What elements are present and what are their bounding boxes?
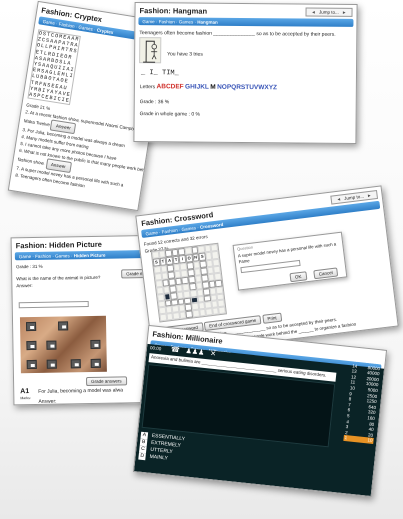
tile-icon[interactable]	[70, 359, 81, 369]
tile-icon[interactable]	[58, 321, 69, 331]
prev-arrow-icon[interactable]: ◄	[311, 10, 316, 15]
hangman-window: Fashion: Hangman ◄ Jump to... ► Game · F…	[133, 2, 358, 144]
tile-icon[interactable]	[26, 359, 37, 370]
hangman-grade: Grade : 36 %	[139, 99, 170, 106]
marks-label: Marks:	[20, 396, 31, 401]
tile-icon[interactable]	[46, 340, 57, 350]
jump-to-select[interactable]: ◄ Jump to... ►	[305, 7, 353, 17]
gallows-icon	[139, 37, 162, 64]
millionaire-board: 00:00 ☎ ♟♟♟ ✕ Anorexia and bulimia are _…	[134, 343, 385, 497]
tile-icon[interactable]	[26, 321, 37, 332]
ok-button[interactable]: OK	[289, 271, 307, 283]
next-arrow-icon[interactable]: ►	[367, 193, 372, 199]
letters-rest[interactable]: NOPQRSTUVWXYZ	[217, 84, 277, 92]
crumb-current: Hangman	[197, 19, 218, 25]
answer2-label: Answer:	[38, 398, 57, 405]
money-ladder: 15 150000 14 80000 13 40000 12 20000 11 10000 10 50…	[343, 357, 382, 444]
crumb-games[interactable]: Games	[179, 19, 194, 24]
audience-icon[interactable]: ♟♟♟	[185, 348, 204, 357]
hidden-picture-image[interactable]	[19, 315, 107, 374]
crumb-games[interactable]: Games	[55, 253, 70, 258]
crossword-empty-cell	[218, 306, 226, 315]
crumb-current: Hidden Picture	[73, 252, 106, 258]
hangman-grade-whole: Grade in whole game : 0 %	[139, 111, 200, 118]
crumb-game[interactable]: Game	[19, 254, 31, 259]
crumb-current: Crossword	[199, 221, 224, 230]
hidden-clue: For Julia, becoming a model was alwa	[38, 387, 124, 395]
hangman-breadcrumb: Game · Fashion · Games · Hangman	[138, 17, 354, 27]
letters-blue[interactable]: GHIJKL	[185, 83, 209, 90]
tries-text: You have 3 tries	[167, 51, 203, 58]
question-number: A1	[20, 388, 30, 396]
tile-icon[interactable]	[90, 358, 101, 368]
fifty-fifty-icon[interactable]: ✕	[210, 350, 217, 358]
letter-selected[interactable]: M	[210, 84, 215, 91]
crumb-game[interactable]: Game	[42, 18, 55, 25]
hangman-word: _ I_ TIM_	[140, 69, 179, 78]
crumb-current: Cryptex	[96, 26, 114, 35]
letters-label: Letters	[139, 84, 156, 91]
crumb-games[interactable]: Games	[78, 24, 93, 31]
hangman-sentence: Teenagers often become fashion _________…	[139, 30, 336, 38]
answer-input[interactable]	[18, 301, 89, 309]
tile-icon[interactable]	[90, 339, 101, 349]
phone-icon[interactable]: ☎	[171, 346, 180, 354]
crumb-fashion[interactable]: Fashion	[159, 19, 175, 24]
letters-row[interactable]: Letters ABCDEF GHIJKL M NOPQRSTUVWXYZ	[140, 83, 277, 91]
crumb-fashion[interactable]: Fashion	[35, 253, 51, 258]
crumb-game[interactable]: Game	[142, 19, 154, 24]
crumb-games[interactable]: Games	[181, 225, 196, 232]
crumb-game[interactable]: Game	[145, 230, 158, 236]
used-letters-red: ABCDEF	[156, 83, 184, 91]
timer: 00:00	[149, 345, 162, 352]
crumb-fashion[interactable]: Fashion	[161, 227, 178, 234]
crossword-grid[interactable]: STATIONS	[150, 242, 227, 323]
millionaire-window: Fashion: Millionaire Game · Fashion · Ga…	[132, 324, 388, 498]
prev-arrow-icon[interactable]: ◄	[336, 196, 341, 202]
cryptex-grid[interactable]: OSTCOMEAAR ZCSAAPATRA OLLPHIRTRS ETLRDIE…	[27, 29, 81, 106]
crumb-fashion[interactable]: Fashion	[58, 21, 75, 28]
cancel-button[interactable]: Cancel	[313, 267, 339, 280]
tile-icon[interactable]	[26, 340, 37, 351]
next-arrow-icon[interactable]: ►	[342, 10, 347, 15]
grade-answers-button[interactable]: Grade answers	[85, 376, 127, 387]
tile-icon[interactable]	[46, 359, 57, 369]
answers-list: A ESSENTIALLY B EXTREMELY C UTTERLY D MAINLY	[138, 431, 185, 464]
